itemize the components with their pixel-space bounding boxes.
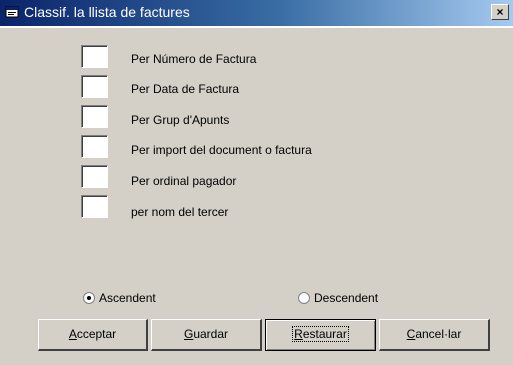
restore-hotkey: R: [294, 327, 303, 341]
save-button[interactable]: Guardar: [151, 319, 262, 351]
sort-option-box-entry-group[interactable]: [81, 105, 108, 128]
sort-invoices-dialog: Classif. la llista de factures × Per Núm…: [0, 0, 513, 365]
sort-option-box-third-party-name[interactable]: [81, 195, 108, 218]
close-button[interactable]: ×: [491, 4, 509, 20]
app-window-icon: [5, 6, 19, 18]
sort-option-label-third-party-name: per nom del tercer: [131, 205, 229, 219]
accept-button[interactable]: Acceptar: [38, 319, 148, 351]
sort-option-box-invoice-number[interactable]: [81, 45, 108, 68]
radio-selected-dot: [87, 296, 91, 300]
cancel-button[interactable]: Cancel·lar: [379, 319, 490, 351]
window-title: Classif. la llista de factures: [24, 4, 190, 20]
save-hotkey: G: [183, 327, 194, 341]
descendent-radio[interactable]: [298, 292, 310, 304]
sort-option-box-payer-ordinal[interactable]: [81, 165, 108, 188]
sort-option-label-entry-group: Per Grup d'Apunts: [131, 113, 230, 127]
ascendent-label[interactable]: Ascendent: [99, 291, 156, 305]
ascendent-radio[interactable]: [83, 292, 95, 304]
cancel-hotkey: C: [406, 327, 416, 341]
accept-hotkey: A: [68, 327, 77, 341]
sort-option-label-payer-ordinal: Per ordinal pagador: [131, 174, 237, 188]
restore-label: estaurar: [302, 327, 347, 341]
cancel-label: ancel·lar: [415, 327, 462, 341]
restore-button[interactable]: Restaurar: [265, 319, 376, 351]
title-separator: [0, 26, 513, 28]
sort-option-label-invoice-date: Per Data de Factura: [131, 82, 240, 96]
sort-option-box-invoice-date[interactable]: [81, 75, 108, 98]
sort-option-label-amount: Per import del document o factura: [131, 143, 312, 157]
descendent-label[interactable]: Descendent: [314, 291, 378, 305]
sort-option-box-amount[interactable]: [81, 135, 108, 158]
title-bar[interactable]: Classif. la llista de factures ×: [0, 0, 513, 26]
close-icon: ×: [496, 5, 504, 19]
sort-option-label-invoice-number: Per Número de Factura: [131, 52, 257, 66]
accept-label: cceptar: [76, 327, 117, 341]
save-label: uardar: [193, 327, 229, 341]
focus-rectangle: Restaurar: [292, 326, 349, 342]
